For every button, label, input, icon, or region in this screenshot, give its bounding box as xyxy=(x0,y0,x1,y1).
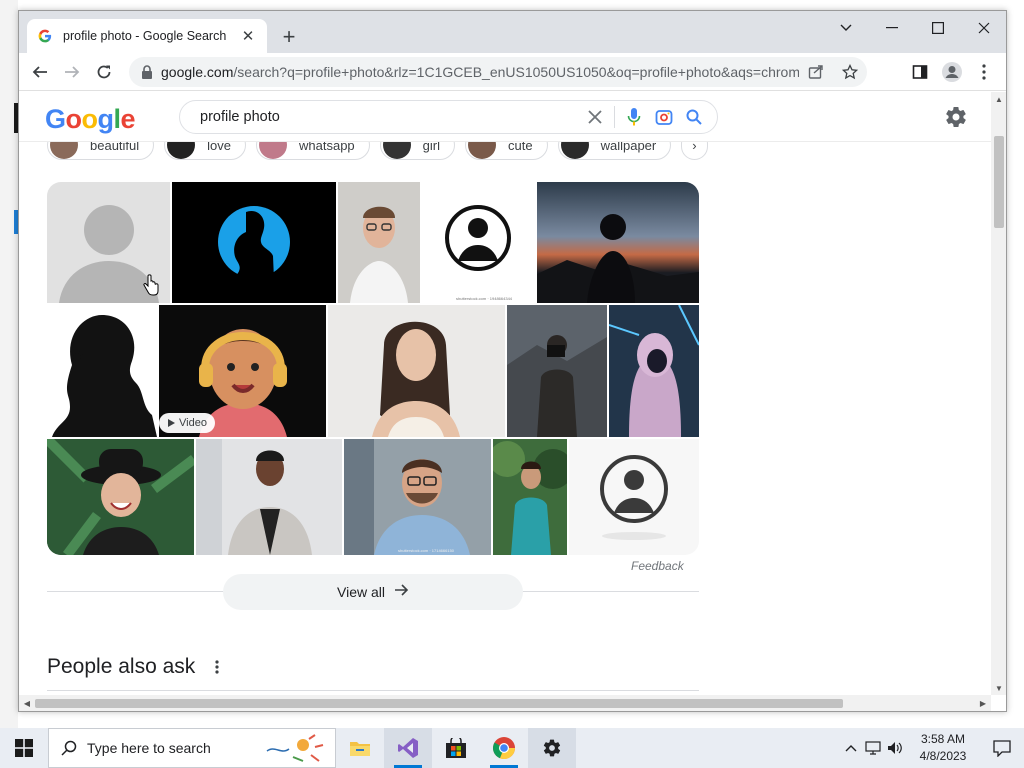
bookmark-star-icon[interactable] xyxy=(833,57,867,87)
forward-arrow-icon[interactable] xyxy=(57,57,87,87)
menu-kebab-icon[interactable] xyxy=(969,57,999,87)
google-logo-text: Google xyxy=(45,104,136,134)
search-divider xyxy=(614,106,615,128)
microphone-icon[interactable] xyxy=(619,102,649,132)
image-man-teal-shirt-forest[interactable] xyxy=(493,439,567,555)
image-3d-cartoon-headphones[interactable]: Video xyxy=(159,305,326,437)
profile-avatar-icon[interactable] xyxy=(937,57,967,87)
browser-toolbar: google.com/search?q=profile+photo&rlz=1C… xyxy=(19,53,1006,91)
lens-camera-icon[interactable] xyxy=(649,102,679,132)
clock-time: 3:58 AM xyxy=(920,732,966,746)
tab-title: profile photo - Google Search xyxy=(63,29,227,43)
google-header: Google profile photo xyxy=(19,92,991,142)
image-woman-long-hair[interactable] xyxy=(328,305,505,437)
play-icon xyxy=(168,419,175,427)
close-window-icon[interactable] xyxy=(961,13,1006,43)
tab-close-icon[interactable]: ✕ xyxy=(239,27,257,45)
desktop-background-strip xyxy=(0,0,18,728)
scroll-down-arrow-icon[interactable]: ▼ xyxy=(991,681,1006,695)
image-man-glasses-portrait[interactable] xyxy=(338,182,420,303)
side-panel-icon[interactable] xyxy=(905,57,935,87)
google-logo[interactable]: Google xyxy=(45,104,136,135)
more-options-icon[interactable] xyxy=(215,658,219,679)
back-arrow-icon[interactable] xyxy=(25,57,55,87)
image-default-avatar-gray[interactable] xyxy=(47,182,170,303)
store-icon[interactable] xyxy=(432,728,480,768)
image-person-outline-icon[interactable]: shutterstock.com · 1948664344 xyxy=(422,182,535,303)
clock-date: 4/8/2023 xyxy=(919,749,967,763)
start-button[interactable] xyxy=(0,728,48,768)
settings-gear-icon[interactable] xyxy=(944,105,968,129)
image-silhouette-sunset[interactable] xyxy=(537,182,699,303)
tab-strip: profile photo - Google Search ✕ + xyxy=(19,11,1006,53)
section-divider xyxy=(47,690,699,691)
google-favicon-icon xyxy=(37,28,53,44)
share-icon[interactable] xyxy=(799,57,833,87)
people-also-ask-heading: People also ask xyxy=(47,655,196,678)
search-box[interactable]: profile photo xyxy=(179,100,718,134)
reload-icon[interactable] xyxy=(89,57,119,87)
notifications-icon[interactable] xyxy=(980,728,1024,768)
image-woman-blazer-smiling[interactable] xyxy=(196,439,342,555)
page-viewport: Google profile photo beautiful love what… xyxy=(19,92,991,695)
system-clock[interactable]: 3:58 AM 4/8/2023 xyxy=(906,731,980,765)
chevron-up-icon[interactable] xyxy=(840,728,862,768)
search-highlight-doodle-icon xyxy=(266,734,324,762)
chrome-icon[interactable] xyxy=(480,728,528,768)
logo-letter: g xyxy=(97,104,115,134)
image-woman-hat-laughing[interactable] xyxy=(47,439,194,555)
logo-letter: o xyxy=(81,104,99,134)
search-icon xyxy=(61,740,77,756)
clear-search-icon[interactable] xyxy=(580,102,610,132)
url-text: google.com/search?q=profile+photo&rlz=1C… xyxy=(161,64,799,80)
scroll-left-arrow-icon[interactable]: ◀ xyxy=(19,695,35,711)
image-man-glasses-smiling[interactable]: shutterstock.com · 1714666150 xyxy=(344,439,491,555)
logo-letter: G xyxy=(45,104,66,134)
visual-studio-icon[interactable] xyxy=(384,728,432,768)
vertical-scroll-thumb[interactable] xyxy=(994,136,1004,228)
logo-letter: o xyxy=(65,104,83,134)
logo-letter: e xyxy=(120,104,136,134)
feedback-link[interactable]: Feedback xyxy=(631,559,684,573)
volume-icon[interactable] xyxy=(884,728,906,768)
logo-letter: l xyxy=(113,104,122,134)
new-tab-button[interactable]: + xyxy=(277,24,301,49)
maximize-icon[interactable] xyxy=(915,13,961,43)
scroll-up-arrow-icon[interactable]: ▲ xyxy=(991,92,1006,106)
image-results-grid: shutterstock.com · 1948664344 Video shut… xyxy=(47,182,699,555)
system-tray: 3:58 AM 4/8/2023 xyxy=(840,728,1024,768)
image-caption: shutterstock.com · 1714666150 xyxy=(398,548,455,553)
taskbar-search-placeholder: Type here to search xyxy=(87,740,211,756)
vertical-scrollbar[interactable]: ▲ ▼ xyxy=(991,92,1006,695)
arrow-right-icon xyxy=(395,583,409,601)
scroll-right-arrow-icon[interactable]: ▶ xyxy=(975,695,991,711)
horizontal-scroll-thumb[interactable] xyxy=(35,699,843,708)
horizontal-scrollbar[interactable]: ◀ ▶ xyxy=(19,695,991,711)
taskbar-search-box[interactable]: Type here to search xyxy=(48,728,336,768)
image-hooded-figure-neon[interactable] xyxy=(609,305,699,437)
address-bar[interactable]: google.com/search?q=profile+photo&rlz=1C… xyxy=(129,57,867,87)
network-icon[interactable] xyxy=(862,728,884,768)
windows-logo-icon xyxy=(15,739,33,757)
image-person-circle-icon[interactable] xyxy=(569,439,699,555)
minimize-icon[interactable] xyxy=(869,13,915,43)
tab-google-search[interactable]: profile photo - Google Search ✕ xyxy=(27,19,267,53)
tab-search-chevron-down-icon[interactable] xyxy=(823,13,869,43)
search-magnifier-icon[interactable] xyxy=(679,102,709,132)
chrome-window: profile photo - Google Search ✕ + google… xyxy=(18,10,1007,712)
windows-taskbar: Type here to search 3:58 AM 4/8/2023 xyxy=(0,728,1024,768)
image-silhouette-curly-hair[interactable] xyxy=(47,305,157,437)
settings-icon[interactable] xyxy=(528,728,576,768)
file-explorer-icon[interactable] xyxy=(336,728,384,768)
view-all-button[interactable]: View all xyxy=(223,574,523,610)
image-caption: shutterstock.com · 1948664344 xyxy=(456,296,513,301)
video-badge: Video xyxy=(159,413,215,433)
image-blue-circle-silhouette[interactable] xyxy=(172,182,336,303)
lock-icon xyxy=(142,65,152,79)
image-photographer-mountains[interactable] xyxy=(507,305,607,437)
search-query[interactable]: profile photo xyxy=(200,109,580,125)
hand-cursor-icon xyxy=(143,274,159,296)
